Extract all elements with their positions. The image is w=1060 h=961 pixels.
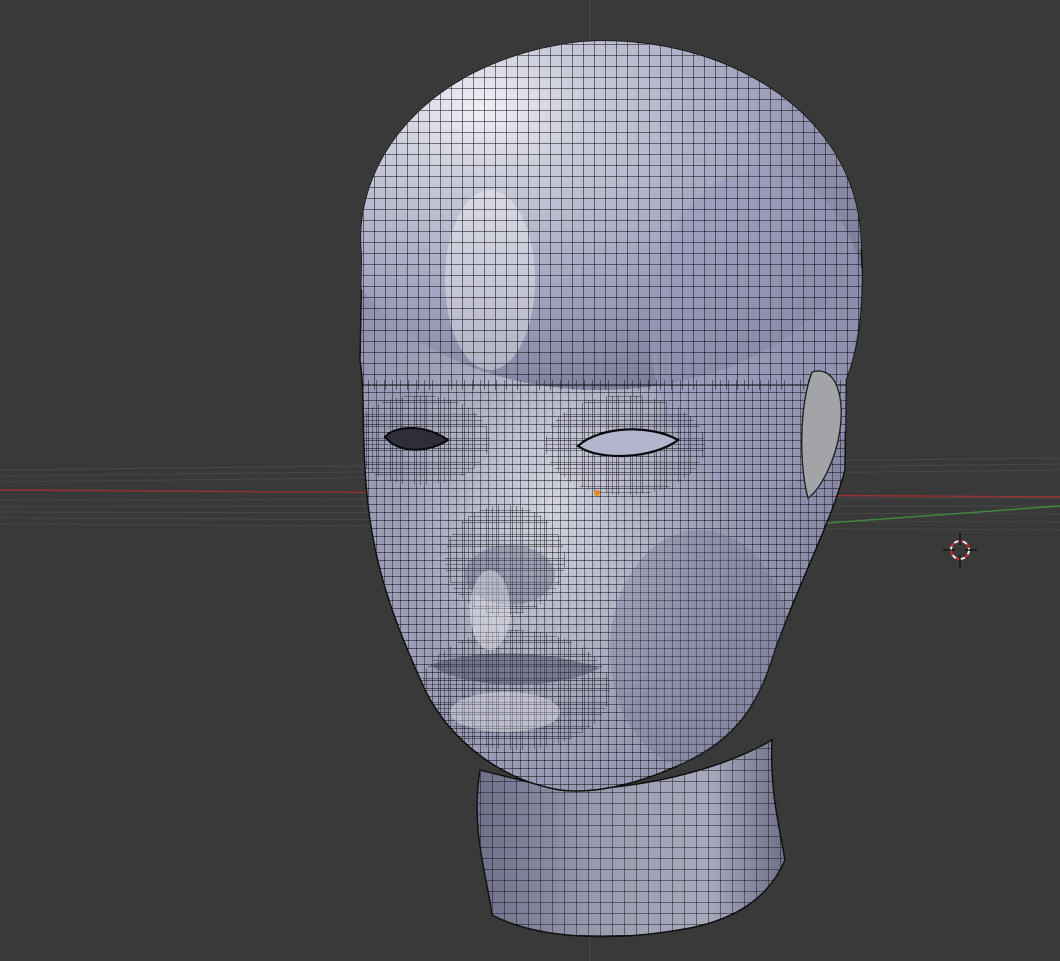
head-mesh[interactable]: [330, 10, 880, 938]
3d-viewport[interactable]: [0, 0, 1060, 961]
viewport-canvas[interactable]: [0, 0, 1060, 961]
3d-cursor-icon[interactable]: [943, 533, 977, 567]
selected-vertex-icon[interactable]: [594, 490, 600, 496]
